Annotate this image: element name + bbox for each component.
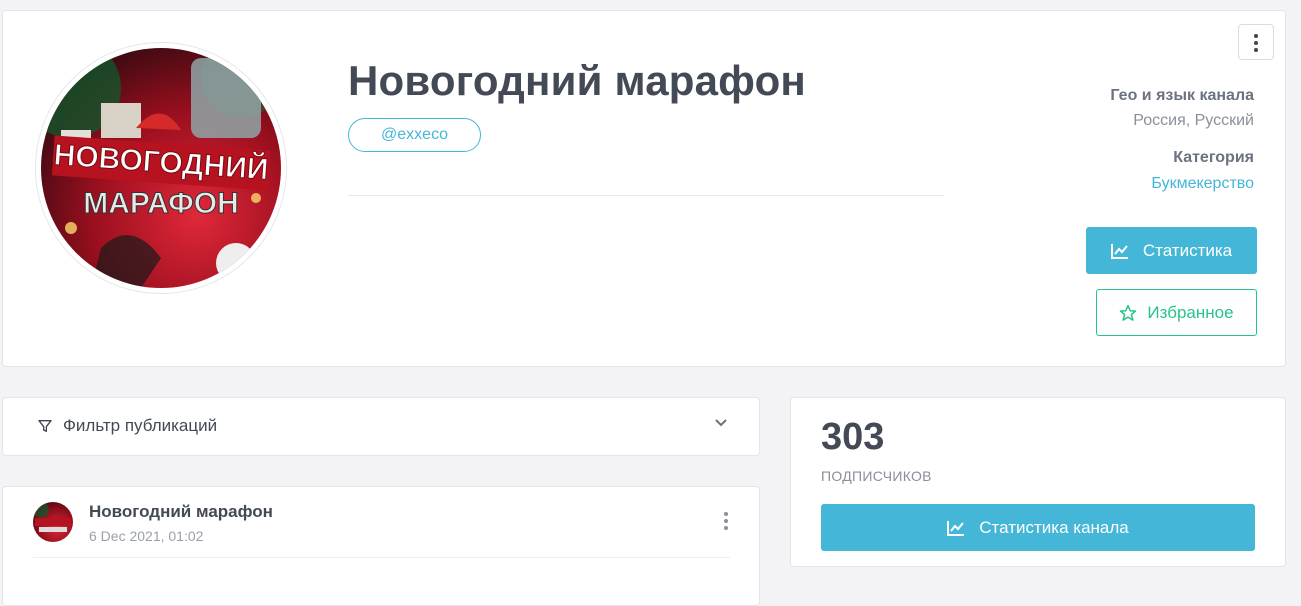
subscribers-card: 303 ПОДПИСЧИКОВ Статистика канала — [790, 397, 1286, 567]
chart-line-icon — [947, 520, 965, 536]
filter-label: Фильтр публикаций — [63, 416, 218, 435]
category-label: Категория — [1173, 149, 1254, 166]
channel-statistics-button-label: Статистика канала — [979, 517, 1129, 537]
publication-filter-toggle[interactable]: Фильтр публикаций — [2, 397, 760, 456]
channel-profile-card: НОВОГОДНИЙ МАРАФОН Новогодний марафон @e… — [2, 10, 1286, 367]
post-menu-icon[interactable] — [724, 512, 728, 530]
avatar-artwork: НОВОГОДНИЙ МАРАФОН — [41, 48, 281, 288]
channel-statistics-button[interactable]: Статистика канала — [821, 504, 1255, 551]
title-divider — [348, 195, 944, 196]
star-icon — [1120, 304, 1137, 321]
post-avatar-artwork — [33, 502, 71, 532]
geo-language-value: Россия, Русский — [1133, 112, 1254, 129]
post-divider — [33, 557, 730, 558]
favorite-button[interactable]: Избранное — [1096, 289, 1257, 336]
post-author-avatar[interactable] — [33, 502, 73, 542]
channel-title: Новогодний марафон — [348, 57, 806, 104]
avatar-text-line2: МАРАФОН — [83, 187, 239, 220]
subscribers-count: 303 — [821, 416, 885, 458]
post-card: Новогодний марафон 6 Dec 2021, 01:02 — [2, 486, 760, 606]
geo-language-label: Гео и язык канала — [1110, 87, 1254, 104]
subscribers-label: ПОДПИСЧИКОВ — [821, 468, 932, 484]
post-date: 6 Dec 2021, 01:02 — [89, 528, 204, 544]
profile-menu-button[interactable] — [1238, 24, 1274, 60]
chevron-down-icon — [715, 419, 727, 427]
kebab-vertical-icon — [1254, 34, 1258, 52]
favorite-button-label: Избранное — [1147, 302, 1234, 322]
statistics-button[interactable]: Статистика — [1086, 227, 1257, 274]
chart-line-icon — [1110, 243, 1128, 259]
category-link[interactable]: Букмекерство — [1151, 175, 1254, 193]
filter-row: Фильтр публикаций — [37, 416, 217, 436]
channel-avatar-image: НОВОГОДНИЙ МАРАФОН — [41, 48, 281, 288]
filter-funnel-icon — [38, 420, 52, 432]
statistics-button-label: Статистика — [1142, 240, 1233, 260]
channel-avatar: НОВОГОДНИЙ МАРАФОН — [35, 42, 287, 294]
channel-handle-badge[interactable]: @exxeco — [348, 118, 481, 152]
post-author-name[interactable]: Новогодний марафон — [89, 502, 273, 522]
